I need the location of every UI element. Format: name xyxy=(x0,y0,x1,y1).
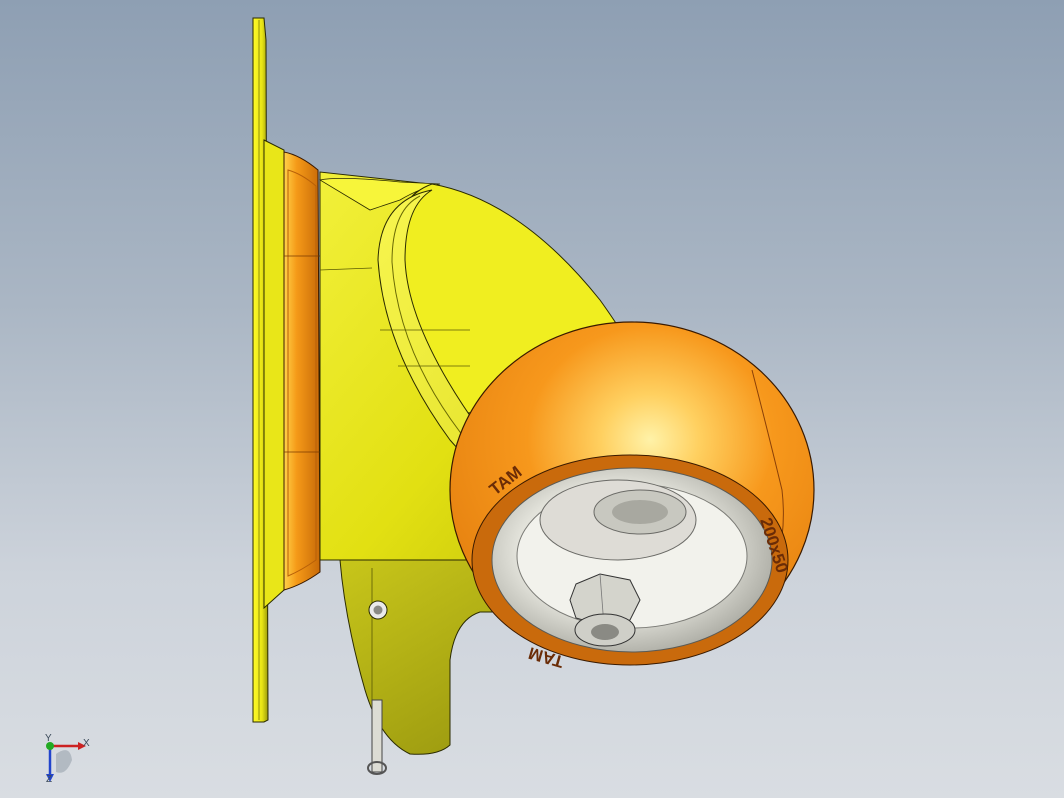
swivel-cone xyxy=(263,139,285,610)
wheel: 200x50 TAM TAM xyxy=(449,321,815,671)
triad-x-label: X xyxy=(83,738,90,749)
swivel-bearing-ring xyxy=(283,151,321,591)
triad-y-label: Y xyxy=(45,733,52,744)
triad-z-label: Z xyxy=(46,774,52,785)
cad-model-viewport[interactable]: 200x50 TAM TAM X Y Z xyxy=(0,0,1064,798)
orientation-triad[interactable]: X Y Z xyxy=(45,733,90,785)
axle-nut xyxy=(569,573,641,647)
